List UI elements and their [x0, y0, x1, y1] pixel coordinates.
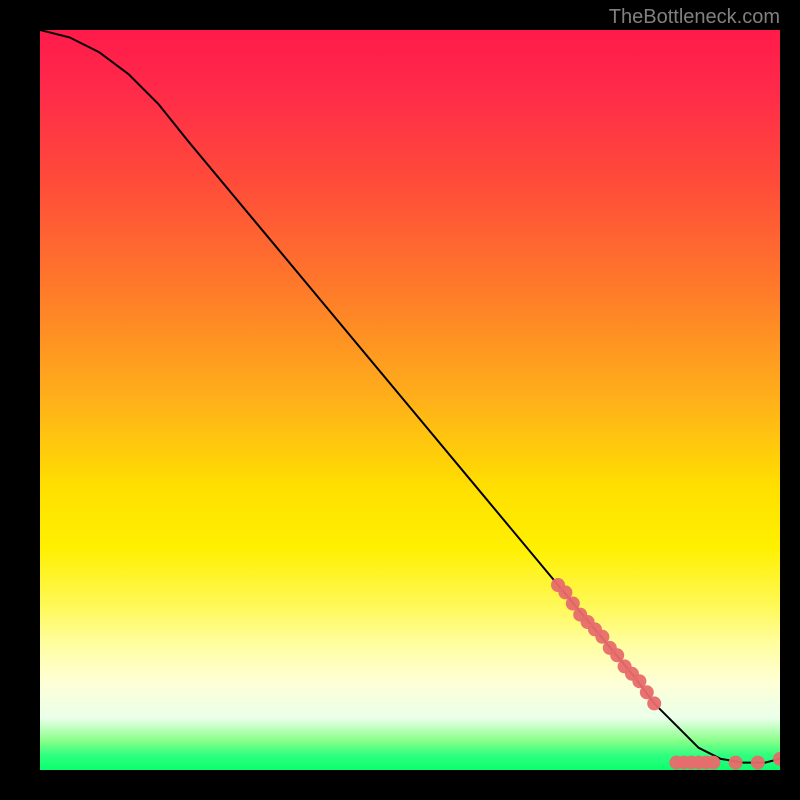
data-marker: [773, 752, 780, 766]
main-curve: [40, 30, 780, 763]
chart-plot-area: [40, 30, 780, 770]
chart-overlay-svg: [40, 30, 780, 770]
attribution-text: TheBottleneck.com: [609, 6, 780, 29]
data-marker: [729, 756, 743, 770]
data-markers-group: [551, 578, 780, 770]
data-marker: [647, 696, 661, 710]
data-marker: [706, 756, 720, 770]
data-marker: [751, 756, 765, 770]
